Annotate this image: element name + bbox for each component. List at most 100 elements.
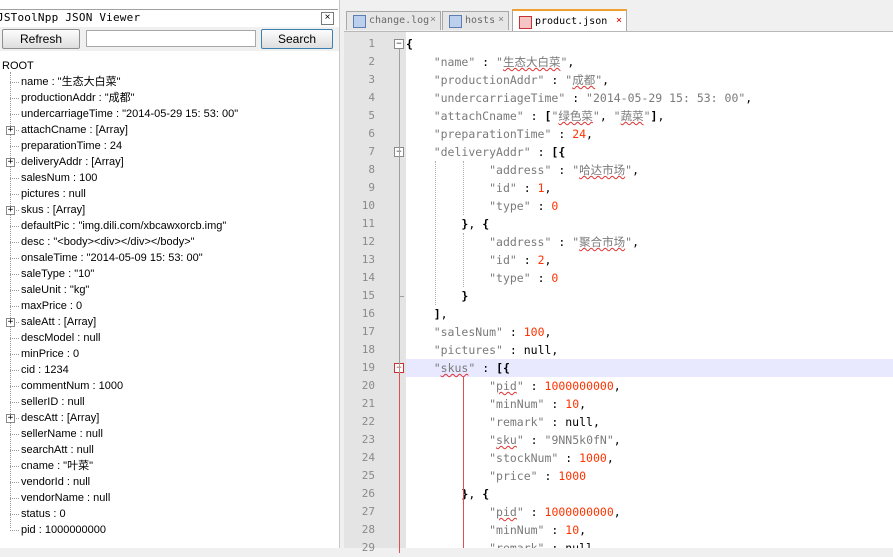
close-icon[interactable]: ×	[321, 12, 334, 25]
tab-product-json[interactable]: product.json ×	[512, 9, 627, 31]
tab-bar: change.log × hosts × product.json ×	[344, 0, 893, 32]
code-line[interactable]: "stockNum" : 1000,	[406, 449, 893, 467]
line-number: 2	[368, 55, 375, 68]
tree-node-label: name : "生态大白菜"	[21, 76, 121, 88]
tab-change-log[interactable]: change.log ×	[346, 11, 441, 30]
indent-guide	[462, 377, 464, 548]
tree-root[interactable]: ROOT	[2, 58, 34, 74]
code-editor[interactable]: { "name" : "生态大白菜", "productionAddr" : "…	[406, 32, 893, 548]
line-number: 21	[361, 397, 375, 410]
line-number: 4	[368, 91, 375, 104]
search-input[interactable]	[86, 30, 256, 47]
code-line[interactable]: "type" : 0	[406, 269, 893, 287]
code-line[interactable]: ],	[406, 305, 893, 323]
tree-branch-line	[10, 98, 19, 99]
code-line[interactable]: "price" : 1000	[406, 467, 893, 485]
code-line[interactable]: "minNum" : 10,	[406, 395, 893, 413]
tree-branch-line	[10, 450, 19, 451]
close-tab-icon[interactable]: ×	[614, 16, 624, 26]
line-number: 28	[361, 523, 375, 536]
code-line[interactable]: "productionAddr" : "成都",	[406, 71, 893, 89]
tree-branch-line	[10, 370, 19, 371]
tree-branch-line	[10, 402, 19, 403]
code-line[interactable]: }, {	[406, 485, 893, 503]
line-number: 11	[361, 217, 375, 230]
expand-icon[interactable]: +	[6, 206, 15, 215]
code-line[interactable]: "id" : 2,	[406, 251, 893, 269]
code-line[interactable]: "type" : 0	[406, 197, 893, 215]
line-number: 9	[368, 181, 375, 194]
tree-node-label: attachCname : [Array]	[21, 124, 128, 136]
line-number: 13	[361, 253, 375, 266]
code-line[interactable]: "deliveryAddr" : [{	[406, 143, 893, 161]
tree-branch-line	[10, 434, 19, 435]
line-number: 29	[361, 541, 375, 554]
tree-node-label: cname : "叶菜"	[21, 460, 93, 472]
code-line[interactable]: {	[406, 35, 893, 53]
tab-label: product.json	[535, 16, 608, 27]
tree-node-label: pid : 1000000000	[21, 524, 107, 536]
tree-node-label: descModel : null	[21, 332, 101, 344]
line-number: 1	[368, 37, 375, 50]
tree-branch-line	[10, 514, 19, 515]
file-icon	[519, 16, 532, 29]
line-number-gutter: 1 2 3 4 5 6 7 8 9 10 11 12 13 14 15 16 17 18 19 20 21 22 23 24 2…	[344, 32, 406, 554]
line-number: 19	[361, 361, 375, 374]
tab-hosts[interactable]: hosts ×	[442, 11, 509, 30]
expand-icon[interactable]: +	[6, 318, 15, 327]
line-number: 14	[361, 271, 375, 284]
code-line[interactable]: "sku" : "9NN5k0fN",	[406, 431, 893, 449]
code-line[interactable]: "address" : "哈达市场",	[406, 161, 893, 179]
code-line[interactable]: "remark" : null,	[406, 539, 893, 548]
line-number: 6	[368, 127, 375, 140]
fold-range-line-active	[399, 373, 400, 553]
expand-icon[interactable]: +	[6, 414, 15, 423]
code-line[interactable]: "minNum" : 10,	[406, 521, 893, 539]
code-line[interactable]: }	[406, 287, 893, 305]
code-line[interactable]: "pictures" : null,	[406, 341, 893, 359]
code-line[interactable]: "salesNum" : 100,	[406, 323, 893, 341]
tree-node-label: deliveryAddr : [Array]	[21, 156, 124, 168]
code-line[interactable]: "id" : 1,	[406, 179, 893, 197]
tree-node-label: searchAtt : null	[21, 444, 94, 456]
expand-icon[interactable]: +	[6, 126, 15, 135]
line-number: 7	[368, 145, 375, 158]
tree-branch-line	[10, 386, 19, 387]
tree-node-label: skus : [Array]	[21, 204, 86, 216]
refresh-button[interactable]: Refresh	[2, 29, 80, 49]
code-line[interactable]: }, {	[406, 215, 893, 233]
line-number: 17	[361, 325, 375, 338]
code-line[interactable]: "skus" : [{	[406, 359, 893, 377]
line-number: 5	[368, 109, 375, 122]
viewer-toolbar: Refresh Search	[0, 27, 339, 51]
tree-node-label: minPrice : 0	[21, 348, 80, 360]
code-line[interactable]: "name" : "生态大白菜",	[406, 53, 893, 71]
close-tab-icon[interactable]: ×	[428, 15, 438, 25]
code-line[interactable]: "pid" : 1000000000,	[406, 503, 893, 521]
tree-branch-line	[10, 338, 19, 339]
tree-node-label: desc : "<body><div></div></body>"	[21, 236, 195, 248]
code-line[interactable]: "pid" : 1000000000,	[406, 377, 893, 395]
tree-branch-line	[10, 82, 19, 83]
tree-branch-line	[10, 242, 19, 243]
line-number: 24	[361, 451, 375, 464]
fold-end-marker	[399, 296, 404, 297]
line-number: 3	[368, 73, 375, 86]
expand-icon[interactable]: +	[6, 158, 15, 167]
code-line[interactable]: "remark" : null,	[406, 413, 893, 431]
tree-node-label: commentNum : 1000	[21, 380, 124, 392]
tab-label: change.log	[369, 15, 430, 26]
code-line[interactable]: "attachCname" : ["绿色菜", "蔬菜"],	[406, 107, 893, 125]
code-line[interactable]: "address" : "聚合市场",	[406, 233, 893, 251]
tree-branch-line	[10, 482, 19, 483]
search-button[interactable]: Search	[261, 29, 333, 49]
code-line[interactable]: "undercarriageTime" : "2014-05-29 15: 53…	[406, 89, 893, 107]
fold-toggle-icon[interactable]: −	[394, 39, 404, 49]
code-line[interactable]: "preparationTime" : 24,	[406, 125, 893, 143]
tree-branch-line	[10, 226, 19, 227]
json-tree: ROOT name : "生态大白菜" productionAddr : "成都" u…	[0, 58, 339, 548]
close-tab-icon[interactable]: ×	[496, 15, 506, 25]
indent-guide	[434, 161, 436, 305]
tree-branch-line	[10, 178, 19, 179]
line-number: 10	[361, 199, 375, 212]
